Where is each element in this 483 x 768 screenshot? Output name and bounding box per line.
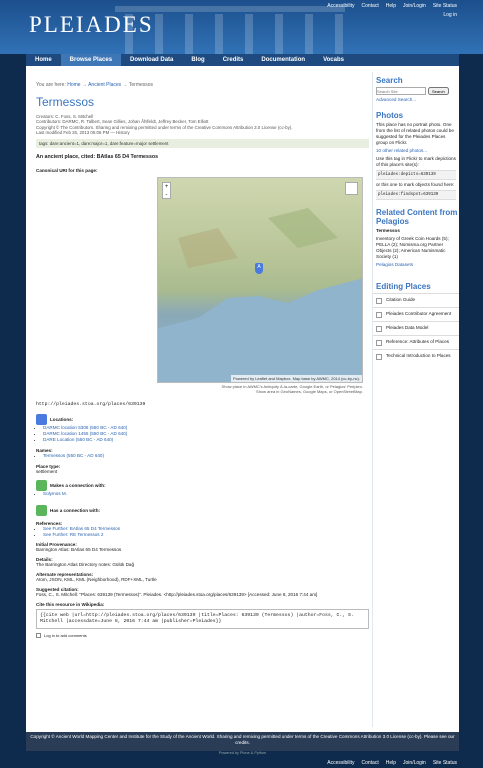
login-link[interactable]: Log in xyxy=(443,12,457,18)
search-form: Search xyxy=(376,87,456,95)
main-nav: Home Browse Places Download Data Blog Cr… xyxy=(26,54,459,66)
nav-documentation[interactable]: Documentation xyxy=(252,54,314,66)
site-status-link[interactable]: Site Status xyxy=(433,760,457,766)
name-link[interactable]: Termessos (550 BC - AD 640) xyxy=(43,453,104,458)
site-status-link[interactable]: Site Status xyxy=(433,3,457,9)
connection-link[interactable]: Solymos M. xyxy=(43,491,67,496)
wiki-section: Cite this resource in Wikipedia: {{cite w… xyxy=(36,602,369,629)
document-icon xyxy=(376,340,382,346)
photos-heading: Photos xyxy=(376,111,404,120)
accessibility-link[interactable]: Accessibility xyxy=(327,760,354,766)
editing-item[interactable]: Reference: Attributes of Places xyxy=(373,335,459,349)
location-link-2[interactable]: DARMC location 1455 (550 BC - AD 640) xyxy=(43,431,127,436)
help-link[interactable]: Help xyxy=(386,760,396,766)
editing-heading: Editing Places xyxy=(376,282,431,291)
location-link-3[interactable]: DARE Location (550 BC - AD 640) xyxy=(43,437,113,442)
document-icon xyxy=(376,298,382,304)
wiki-code-box[interactable]: {{cite web |url=http://pleiades.stoa.org… xyxy=(36,609,369,629)
contact-link[interactable]: Contact xyxy=(361,3,378,9)
map-attribution: Powered by Leaflet and Mapbox. Map base … xyxy=(230,375,362,382)
checkbox[interactable] xyxy=(36,633,41,638)
nav-browse-places[interactable]: Browse Places xyxy=(60,54,122,66)
uri-text: http://pleiades.stoa.org/places/639139 xyxy=(36,402,176,408)
reference-link-2[interactable]: See Further: RE Termessos 2 xyxy=(43,532,103,537)
reference-link-1[interactable]: See Further: BAtlas 65 D4 Termessos xyxy=(43,526,120,531)
search-button[interactable]: Search xyxy=(428,87,449,95)
zoom-in-button[interactable]: + xyxy=(163,183,170,191)
details-section: Details: The Barrington Atlas Directory n… xyxy=(36,557,135,567)
locations-section: Locations: DARMC location 5306 (550 BC -… xyxy=(36,414,369,443)
names-section: Names: Termessos (550 BC - AD 640) xyxy=(36,448,369,459)
nav-vocabs[interactable]: Vocabs xyxy=(314,54,353,66)
provenance-section: Initial Provenance: Barrington Atlas: BAt… xyxy=(36,542,122,552)
connection-section: Makes a connection with: Solymos M. xyxy=(36,480,369,497)
comments-login: Log in to add comments xyxy=(36,633,369,638)
crumb-home[interactable]: Home xyxy=(67,82,80,88)
nav-credits[interactable]: Credits xyxy=(214,54,253,66)
nav-blog[interactable]: Blog xyxy=(182,54,213,66)
zoom-out-button[interactable]: - xyxy=(163,191,170,199)
layers-icon[interactable] xyxy=(345,182,358,195)
powered-by: Powered by Plone & Python xyxy=(218,751,267,755)
location-icon xyxy=(36,414,47,425)
pelagios-datasets-link[interactable]: Pelagios Datasets xyxy=(376,262,456,268)
help-link[interactable]: Help xyxy=(386,3,396,9)
editing-item[interactable]: Pleiades Data Model xyxy=(373,321,459,335)
canonical-label: Canonical URI for this page: xyxy=(36,168,98,174)
main-content: You are here: Home → Ancient Places → Te… xyxy=(36,82,369,173)
other-photos-link[interactable]: 10 other related photos... xyxy=(376,148,456,154)
top-links: Accessibility Contact Help Join/Login Si… xyxy=(327,3,457,9)
representations-section: Alternate representations: Atom, JSON, KM… xyxy=(36,572,369,583)
join-login-link[interactable]: Join/Login xyxy=(403,3,426,9)
citation-section: Suggested citation: Foss, C., S. Mitchell… xyxy=(36,587,318,597)
place-details: http://pleiades.stoa.org/places/639139 L… xyxy=(36,402,369,638)
nav-home[interactable]: Home xyxy=(26,54,61,66)
editing-item[interactable]: Technical Introduction to Places xyxy=(373,349,459,363)
sidebar: Search Search Advanced Search... Photos … xyxy=(372,72,459,727)
location-link-1[interactable]: DARMC location 5306 (550 BC - AD 640) xyxy=(43,425,127,430)
meta-info: Creators: C. Foss, S. Mitchell Contribut… xyxy=(36,114,293,135)
zoom-control[interactable]: + - xyxy=(162,182,171,199)
advanced-search-link[interactable]: Advanced Search... xyxy=(376,97,456,103)
document-icon xyxy=(376,354,382,360)
footer: Copyright © Ancient World Mapping Center… xyxy=(26,732,459,751)
search-input[interactable] xyxy=(376,87,426,95)
related-heading: Related Content from Pelagios xyxy=(376,208,458,226)
site-header: PLEIADES Accessibility Contact Help Join… xyxy=(0,0,483,54)
site-logo[interactable]: PLEIADES xyxy=(29,12,154,38)
breadcrumb: You are here: Home → Ancient Places → Te… xyxy=(36,82,154,88)
description: An ancient place, cited: BAtlas 65 D4 Te… xyxy=(36,154,159,161)
map-links: Show place in AWMC's Antiquity À-la-cart… xyxy=(221,384,363,394)
accessibility-link[interactable]: Accessibility xyxy=(327,3,354,9)
place-type-section: Place type: settlement xyxy=(36,464,61,474)
search-heading: Search xyxy=(376,76,403,85)
map-terrain xyxy=(158,208,362,382)
page-title: Termessos xyxy=(36,95,95,109)
bottom-links: Accessibility Contact Help Join/Login Si… xyxy=(327,760,457,766)
document-icon xyxy=(376,326,382,332)
crumb-places[interactable]: Ancient Places xyxy=(88,82,121,88)
has-connection-section: Has a connection with: xyxy=(36,505,369,516)
findspot-tag: pleiades:findspot=639139 xyxy=(376,190,456,200)
tags-bar: tags: dare:ancient=1, dare:major=1, dare… xyxy=(36,139,369,149)
related-links[interactable]: Inventory of Greek Coin Hoards (5); PELL… xyxy=(376,236,456,260)
references-section: References: See Further: BAtlas 65 D4 Te… xyxy=(36,521,369,538)
connection-icon xyxy=(36,505,47,516)
place-marker[interactable]: A xyxy=(255,263,263,274)
editing-item[interactable]: Citation Guide xyxy=(373,293,459,307)
nav-download-data[interactable]: Download Data xyxy=(121,54,182,66)
editing-item[interactable]: Pleiades Contributor Agreement xyxy=(373,307,459,321)
page-wrapper: You are here: Home → Ancient Places → Te… xyxy=(26,66,459,732)
representation-links[interactable]: Atom, JSON, KML, KML (Neighborhood), RDF… xyxy=(36,577,369,583)
contact-link[interactable]: Contact xyxy=(361,760,378,766)
depicts-tag: pleiades:depicts=639139 xyxy=(376,170,456,180)
connection-icon xyxy=(36,480,47,491)
join-login-link[interactable]: Join/Login xyxy=(403,760,426,766)
document-icon xyxy=(376,312,382,318)
map[interactable]: + - A Powered by Leaflet and Mapbox. Map … xyxy=(157,177,363,383)
